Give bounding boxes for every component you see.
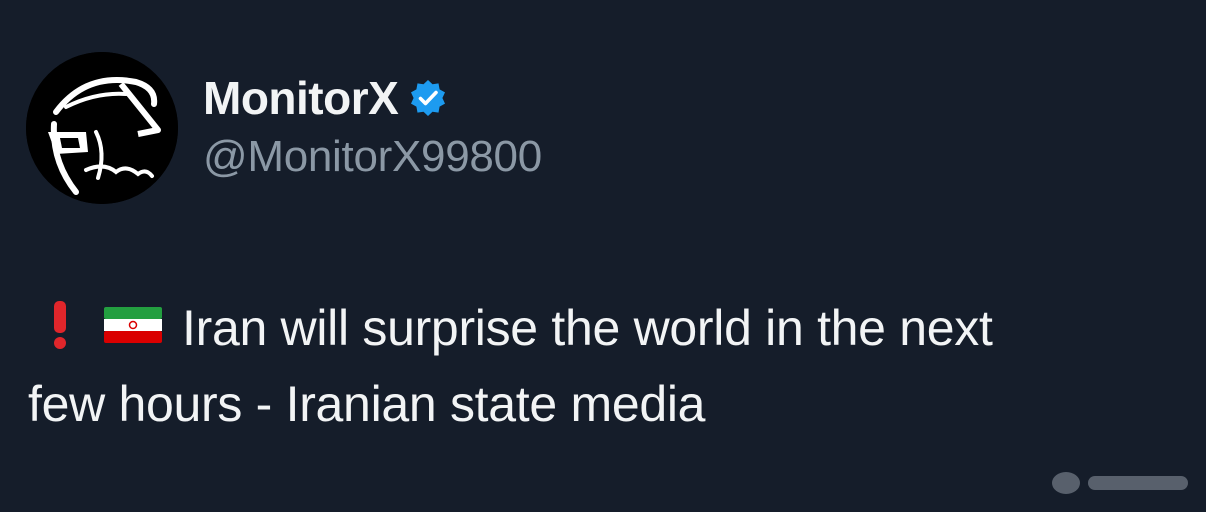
iran-flag-icon: [104, 307, 162, 343]
author-handle[interactable]: @MonitorX99800: [203, 135, 542, 179]
watermark-icon: [1052, 472, 1188, 494]
tweet-card: MonitorX @MonitorX99800 Iran will surpri…: [0, 0, 1206, 512]
author-name-row: MonitorX: [203, 68, 448, 128]
author-display-name[interactable]: MonitorX: [203, 75, 399, 121]
tweet-text-line-1: Iran will surprise the world in the next: [28, 290, 1178, 366]
tweet-text-line1: Iran will surprise the world in the next: [182, 300, 993, 356]
verified-badge-icon: [411, 80, 446, 116]
exclamation-icon: [54, 301, 66, 349]
avatar-image: [26, 52, 178, 204]
tweet-text: Iran will surprise the world in the next…: [28, 290, 1178, 442]
tweet-text-line2: few hours - Iranian state media: [28, 376, 706, 432]
avatar[interactable]: [26, 52, 178, 204]
